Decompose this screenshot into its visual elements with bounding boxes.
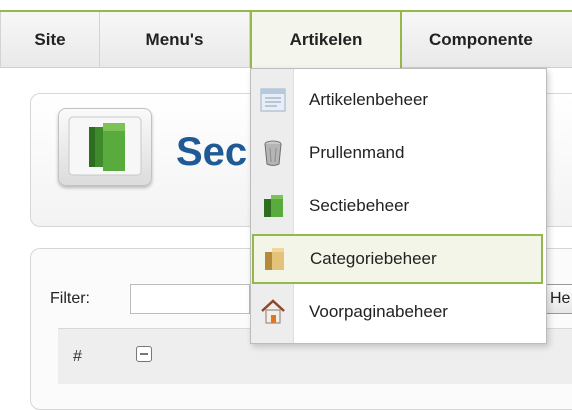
dropdown-item-artikelenbeheer[interactable]: Artikelenbeheer xyxy=(251,75,546,125)
category-folder-icon xyxy=(261,245,287,273)
dropdown-item-voorpaginabeheer[interactable]: Voorpaginabeheer xyxy=(251,287,546,337)
page-title: Sec xyxy=(176,130,248,174)
main-menu-bar: Site Menu's Artikelen Componente xyxy=(0,10,572,68)
filter-go-button[interactable]: He xyxy=(545,284,572,314)
dropdown-item-label: Voorpaginabeheer xyxy=(309,302,448,321)
column-number-header: # xyxy=(73,348,82,365)
filter-input[interactable] xyxy=(130,284,250,314)
filter-label: Filter: xyxy=(50,290,90,307)
dropdown-item-label: Artikelenbeheer xyxy=(309,90,429,109)
trash-icon xyxy=(260,139,286,167)
dropdown-item-prullenmand[interactable]: Prullenmand xyxy=(251,128,546,178)
frontpage-home-icon xyxy=(260,298,286,326)
menu-menus[interactable]: Menu's xyxy=(100,12,250,68)
menu-site[interactable]: Site xyxy=(0,12,100,68)
menu-componenten[interactable]: Componente xyxy=(402,12,572,68)
section-manager-icon xyxy=(58,108,152,186)
dropdown-item-label: Sectiebeheer xyxy=(309,196,410,215)
dropdown-item-label: Prullenmand xyxy=(309,143,405,162)
dropdown-item-label: Categoriebeheer xyxy=(310,249,437,268)
section-folder-icon xyxy=(260,192,286,220)
select-all-checkbox[interactable] xyxy=(136,346,152,362)
dropdown-item-categoriebeheer[interactable]: Categoriebeheer xyxy=(252,234,543,284)
menu-artikelen[interactable]: Artikelen xyxy=(250,12,402,68)
dropdown-item-sectiebeheer[interactable]: Sectiebeheer xyxy=(251,181,546,231)
article-manager-icon xyxy=(260,86,286,114)
artikelen-dropdown: Artikelenbeheer Prullenmand Sectiebeheer xyxy=(250,68,547,344)
